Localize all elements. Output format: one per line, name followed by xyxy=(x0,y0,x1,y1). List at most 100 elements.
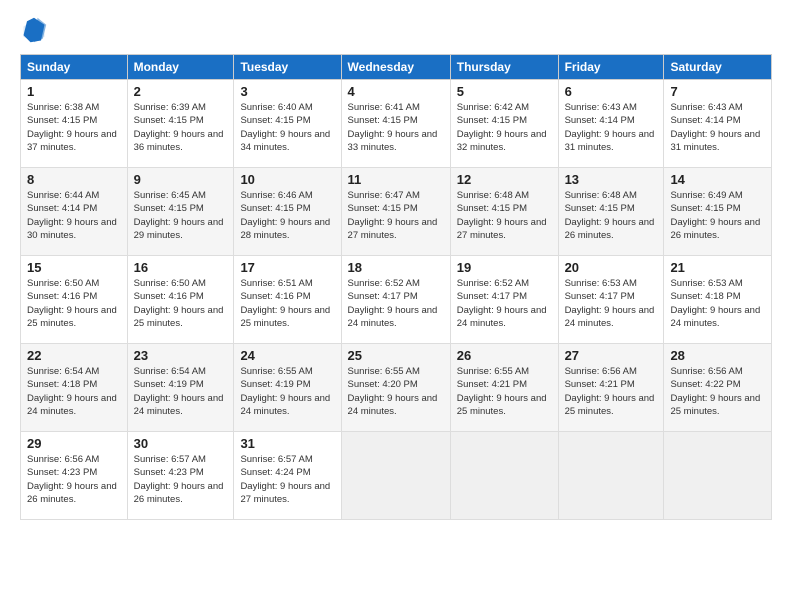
day-number: 5 xyxy=(457,84,552,99)
day-number: 16 xyxy=(134,260,228,275)
calendar-table: SundayMondayTuesdayWednesdayThursdayFrid… xyxy=(20,54,772,520)
day-number: 29 xyxy=(27,436,121,451)
calendar-day-cell: 23 Sunrise: 6:54 AMSunset: 4:19 PMDaylig… xyxy=(127,344,234,432)
day-number: 13 xyxy=(565,172,658,187)
calendar-week-row: 1 Sunrise: 6:38 AMSunset: 4:15 PMDayligh… xyxy=(21,80,772,168)
day-number: 12 xyxy=(457,172,552,187)
day-detail: Sunrise: 6:38 AMSunset: 4:15 PMDaylight:… xyxy=(27,102,117,153)
calendar-day-cell: 10 Sunrise: 6:46 AMSunset: 4:15 PMDaylig… xyxy=(234,168,341,256)
day-detail: Sunrise: 6:55 AMSunset: 4:20 PMDaylight:… xyxy=(348,366,438,417)
day-detail: Sunrise: 6:56 AMSunset: 4:23 PMDaylight:… xyxy=(27,454,117,505)
calendar-week-row: 29 Sunrise: 6:56 AMSunset: 4:23 PMDaylig… xyxy=(21,432,772,520)
calendar-day-cell: 3 Sunrise: 6:40 AMSunset: 4:15 PMDayligh… xyxy=(234,80,341,168)
day-number: 11 xyxy=(348,172,444,187)
calendar-day-cell: 20 Sunrise: 6:53 AMSunset: 4:17 PMDaylig… xyxy=(558,256,664,344)
day-detail: Sunrise: 6:55 AMSunset: 4:21 PMDaylight:… xyxy=(457,366,547,417)
calendar-header-wednesday: Wednesday xyxy=(341,55,450,80)
calendar-day-cell: 16 Sunrise: 6:50 AMSunset: 4:16 PMDaylig… xyxy=(127,256,234,344)
day-number: 19 xyxy=(457,260,552,275)
day-detail: Sunrise: 6:50 AMSunset: 4:16 PMDaylight:… xyxy=(134,278,224,329)
calendar-day-cell: 30 Sunrise: 6:57 AMSunset: 4:23 PMDaylig… xyxy=(127,432,234,520)
calendar-week-row: 15 Sunrise: 6:50 AMSunset: 4:16 PMDaylig… xyxy=(21,256,772,344)
day-detail: Sunrise: 6:39 AMSunset: 4:15 PMDaylight:… xyxy=(134,102,224,153)
calendar-day-cell: 15 Sunrise: 6:50 AMSunset: 4:16 PMDaylig… xyxy=(21,256,128,344)
calendar-day-cell: 4 Sunrise: 6:41 AMSunset: 4:15 PMDayligh… xyxy=(341,80,450,168)
day-detail: Sunrise: 6:50 AMSunset: 4:16 PMDaylight:… xyxy=(27,278,117,329)
day-detail: Sunrise: 6:44 AMSunset: 4:14 PMDaylight:… xyxy=(27,190,117,241)
day-detail: Sunrise: 6:54 AMSunset: 4:19 PMDaylight:… xyxy=(134,366,224,417)
calendar-day-cell: 2 Sunrise: 6:39 AMSunset: 4:15 PMDayligh… xyxy=(127,80,234,168)
calendar-day-cell: 12 Sunrise: 6:48 AMSunset: 4:15 PMDaylig… xyxy=(450,168,558,256)
day-number: 24 xyxy=(240,348,334,363)
day-detail: Sunrise: 6:54 AMSunset: 4:18 PMDaylight:… xyxy=(27,366,117,417)
calendar-day-cell: 17 Sunrise: 6:51 AMSunset: 4:16 PMDaylig… xyxy=(234,256,341,344)
day-detail: Sunrise: 6:52 AMSunset: 4:17 PMDaylight:… xyxy=(348,278,438,329)
day-number: 6 xyxy=(565,84,658,99)
day-number: 9 xyxy=(134,172,228,187)
calendar-day-cell: 24 Sunrise: 6:55 AMSunset: 4:19 PMDaylig… xyxy=(234,344,341,432)
day-detail: Sunrise: 6:40 AMSunset: 4:15 PMDaylight:… xyxy=(240,102,330,153)
calendar-header-row: SundayMondayTuesdayWednesdayThursdayFrid… xyxy=(21,55,772,80)
calendar-day-cell: 7 Sunrise: 6:43 AMSunset: 4:14 PMDayligh… xyxy=(664,80,772,168)
day-detail: Sunrise: 6:42 AMSunset: 4:15 PMDaylight:… xyxy=(457,102,547,153)
day-number: 1 xyxy=(27,84,121,99)
calendar-day-cell: 18 Sunrise: 6:52 AMSunset: 4:17 PMDaylig… xyxy=(341,256,450,344)
day-number: 30 xyxy=(134,436,228,451)
calendar-week-row: 8 Sunrise: 6:44 AMSunset: 4:14 PMDayligh… xyxy=(21,168,772,256)
day-detail: Sunrise: 6:43 AMSunset: 4:14 PMDaylight:… xyxy=(565,102,655,153)
day-detail: Sunrise: 6:57 AMSunset: 4:23 PMDaylight:… xyxy=(134,454,224,505)
calendar-day-cell: 1 Sunrise: 6:38 AMSunset: 4:15 PMDayligh… xyxy=(21,80,128,168)
day-number: 3 xyxy=(240,84,334,99)
calendar-day-cell xyxy=(450,432,558,520)
day-detail: Sunrise: 6:51 AMSunset: 4:16 PMDaylight:… xyxy=(240,278,330,329)
calendar-header-friday: Friday xyxy=(558,55,664,80)
day-number: 23 xyxy=(134,348,228,363)
calendar-day-cell xyxy=(664,432,772,520)
day-detail: Sunrise: 6:49 AMSunset: 4:15 PMDaylight:… xyxy=(670,190,760,241)
day-number: 31 xyxy=(240,436,334,451)
main-container: SundayMondayTuesdayWednesdayThursdayFrid… xyxy=(0,0,792,612)
calendar-day-cell: 27 Sunrise: 6:56 AMSunset: 4:21 PMDaylig… xyxy=(558,344,664,432)
calendar-header-tuesday: Tuesday xyxy=(234,55,341,80)
day-number: 22 xyxy=(27,348,121,363)
day-detail: Sunrise: 6:57 AMSunset: 4:24 PMDaylight:… xyxy=(240,454,330,505)
calendar-day-cell: 28 Sunrise: 6:56 AMSunset: 4:22 PMDaylig… xyxy=(664,344,772,432)
day-number: 17 xyxy=(240,260,334,275)
day-number: 8 xyxy=(27,172,121,187)
calendar-day-cell: 21 Sunrise: 6:53 AMSunset: 4:18 PMDaylig… xyxy=(664,256,772,344)
calendar-day-cell: 29 Sunrise: 6:56 AMSunset: 4:23 PMDaylig… xyxy=(21,432,128,520)
calendar-day-cell: 31 Sunrise: 6:57 AMSunset: 4:24 PMDaylig… xyxy=(234,432,341,520)
calendar-day-cell: 6 Sunrise: 6:43 AMSunset: 4:14 PMDayligh… xyxy=(558,80,664,168)
day-detail: Sunrise: 6:53 AMSunset: 4:18 PMDaylight:… xyxy=(670,278,760,329)
calendar-day-cell: 22 Sunrise: 6:54 AMSunset: 4:18 PMDaylig… xyxy=(21,344,128,432)
day-number: 26 xyxy=(457,348,552,363)
day-number: 21 xyxy=(670,260,765,275)
day-number: 14 xyxy=(670,172,765,187)
day-detail: Sunrise: 6:56 AMSunset: 4:21 PMDaylight:… xyxy=(565,366,655,417)
day-number: 4 xyxy=(348,84,444,99)
day-detail: Sunrise: 6:48 AMSunset: 4:15 PMDaylight:… xyxy=(457,190,547,241)
day-detail: Sunrise: 6:55 AMSunset: 4:19 PMDaylight:… xyxy=(240,366,330,417)
calendar-day-cell: 26 Sunrise: 6:55 AMSunset: 4:21 PMDaylig… xyxy=(450,344,558,432)
calendar-day-cell: 25 Sunrise: 6:55 AMSunset: 4:20 PMDaylig… xyxy=(341,344,450,432)
day-number: 15 xyxy=(27,260,121,275)
day-detail: Sunrise: 6:52 AMSunset: 4:17 PMDaylight:… xyxy=(457,278,547,329)
day-number: 2 xyxy=(134,84,228,99)
calendar-day-cell: 14 Sunrise: 6:49 AMSunset: 4:15 PMDaylig… xyxy=(664,168,772,256)
day-detail: Sunrise: 6:41 AMSunset: 4:15 PMDaylight:… xyxy=(348,102,438,153)
calendar-week-row: 22 Sunrise: 6:54 AMSunset: 4:18 PMDaylig… xyxy=(21,344,772,432)
calendar-day-cell: 9 Sunrise: 6:45 AMSunset: 4:15 PMDayligh… xyxy=(127,168,234,256)
logo xyxy=(20,16,52,44)
calendar-day-cell: 8 Sunrise: 6:44 AMSunset: 4:14 PMDayligh… xyxy=(21,168,128,256)
calendar-day-cell: 11 Sunrise: 6:47 AMSunset: 4:15 PMDaylig… xyxy=(341,168,450,256)
day-number: 10 xyxy=(240,172,334,187)
day-number: 28 xyxy=(670,348,765,363)
calendar-header-thursday: Thursday xyxy=(450,55,558,80)
header xyxy=(20,16,772,44)
calendar-header-saturday: Saturday xyxy=(664,55,772,80)
calendar-day-cell: 13 Sunrise: 6:48 AMSunset: 4:15 PMDaylig… xyxy=(558,168,664,256)
day-detail: Sunrise: 6:53 AMSunset: 4:17 PMDaylight:… xyxy=(565,278,655,329)
calendar-day-cell: 5 Sunrise: 6:42 AMSunset: 4:15 PMDayligh… xyxy=(450,80,558,168)
day-detail: Sunrise: 6:45 AMSunset: 4:15 PMDaylight:… xyxy=(134,190,224,241)
calendar-day-cell: 19 Sunrise: 6:52 AMSunset: 4:17 PMDaylig… xyxy=(450,256,558,344)
